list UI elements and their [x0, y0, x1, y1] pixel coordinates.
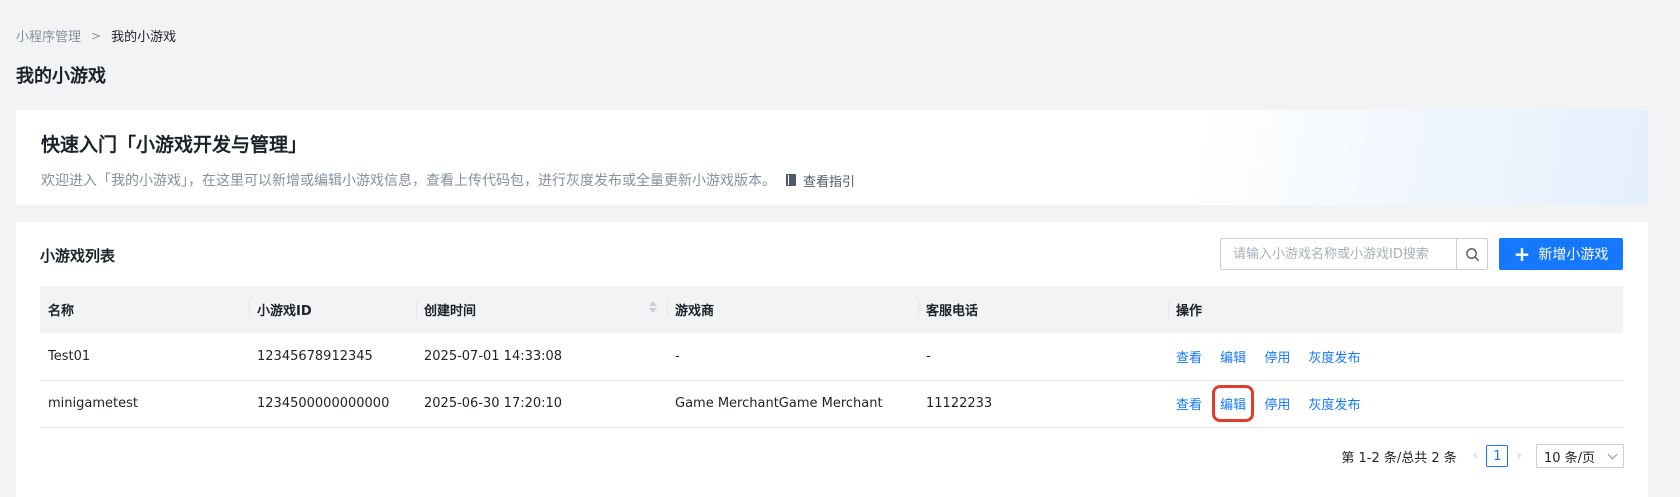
table-row: Test01 12345678912345 2025-07-01 14:33:0…: [40, 333, 1623, 381]
gray-release-link[interactable]: 灰度发布: [1308, 394, 1360, 413]
cell-id: 1234500000000000: [249, 380, 416, 428]
chevron-down-icon: [1607, 449, 1618, 459]
edit-link[interactable]: 编辑: [1220, 347, 1246, 366]
add-minigame-label: 新增小游戏: [1538, 247, 1609, 263]
view-link[interactable]: 查看: [1176, 394, 1202, 413]
cell-created: 2025-07-01 14:33:08: [416, 333, 667, 381]
intro-title: 快速入门「小游戏开发与管理」: [41, 134, 308, 156]
breadcrumb-separator: >: [91, 28, 102, 43]
book-icon: [786, 174, 796, 186]
column-header-created-label: 创建时间: [424, 304, 477, 319]
column-header-name: 名称: [40, 286, 249, 333]
cell-phone: -: [918, 333, 1168, 381]
search-button[interactable]: [1456, 239, 1487, 269]
guide-link[interactable]: 查看指引: [786, 171, 855, 190]
column-header-id: 小游戏ID: [249, 286, 416, 333]
plus-icon: +: [1513, 242, 1531, 266]
page-size-select[interactable]: 10 条/页: [1536, 444, 1624, 468]
guide-link-label: 查看指引: [803, 174, 856, 190]
sort-icon[interactable]: [649, 301, 657, 313]
game-list-card: 小游戏列表 + 新增小游戏 名称 小游戏ID 创建时间: [16, 222, 1648, 497]
cell-merchant: Game MerchantGame Merchant: [667, 380, 918, 428]
breadcrumb-parent[interactable]: 小程序管理: [16, 26, 81, 45]
column-header-created[interactable]: 创建时间: [416, 286, 667, 333]
minigame-table: 名称 小游戏ID 创建时间 游戏商 客服电话 操作 Test01 1234567…: [40, 286, 1623, 428]
breadcrumb-current: 我的小游戏: [111, 30, 177, 45]
intro-card: 快速入门「小游戏开发与管理」 欢迎进入「我的小游戏」，在这里可以新增或编辑小游戏…: [16, 110, 1648, 205]
cell-actions: 查看 编辑 停用 灰度发布: [1168, 380, 1623, 428]
cell-phone: 11122233: [918, 380, 1168, 428]
disable-link[interactable]: 停用: [1264, 394, 1290, 413]
intro-description-row: 欢迎进入「我的小游戏」，在这里可以新增或编辑小游戏信息，查看上传代码包，进行灰度…: [41, 170, 855, 190]
cell-merchant: -: [667, 333, 918, 381]
column-header-merchant: 游戏商: [667, 286, 918, 333]
pagination-summary: 第 1-2 条/总共 2 条: [1341, 450, 1457, 466]
search-box: [1220, 238, 1488, 270]
column-header-actions: 操作: [1168, 286, 1623, 333]
column-header-phone: 客服电话: [918, 286, 1168, 333]
table-row: minigametest 1234500000000000 2025-06-30…: [40, 380, 1623, 428]
edit-link-highlighted[interactable]: 编辑: [1212, 385, 1255, 422]
gray-release-link[interactable]: 灰度发布: [1308, 347, 1360, 366]
page-number-current[interactable]: 1: [1486, 445, 1509, 467]
search-input[interactable]: [1221, 239, 1456, 269]
next-page-icon[interactable]: ›: [1516, 448, 1522, 464]
cell-id: 12345678912345: [249, 333, 416, 381]
disable-link[interactable]: 停用: [1264, 347, 1290, 366]
intro-description: 欢迎进入「我的小游戏」，在这里可以新增或编辑小游戏信息，查看上传代码包，进行灰度…: [41, 173, 776, 189]
add-minigame-button[interactable]: + 新增小游戏: [1499, 238, 1623, 270]
table-header-row: 名称 小游戏ID 创建时间 游戏商 客服电话 操作: [40, 286, 1623, 333]
search-icon: [1465, 247, 1479, 261]
view-link[interactable]: 查看: [1176, 347, 1202, 366]
cell-actions: 查看 编辑 停用 灰度发布: [1168, 333, 1623, 381]
breadcrumb: 小程序管理 > 我的小游戏: [16, 26, 177, 46]
cell-name: minigametest: [40, 380, 249, 428]
cell-name: Test01: [40, 333, 249, 381]
pagination: 第 1-2 条/总共 2 条 ‹ 1 › 10 条/页: [1341, 444, 1624, 468]
cell-created: 2025-06-30 17:20:10: [416, 380, 667, 428]
page-size-value: 10 条/页: [1544, 450, 1596, 466]
page-title: 我的小游戏: [16, 66, 106, 87]
prev-page-icon[interactable]: ‹: [1473, 448, 1479, 464]
list-title: 小游戏列表: [40, 247, 116, 265]
